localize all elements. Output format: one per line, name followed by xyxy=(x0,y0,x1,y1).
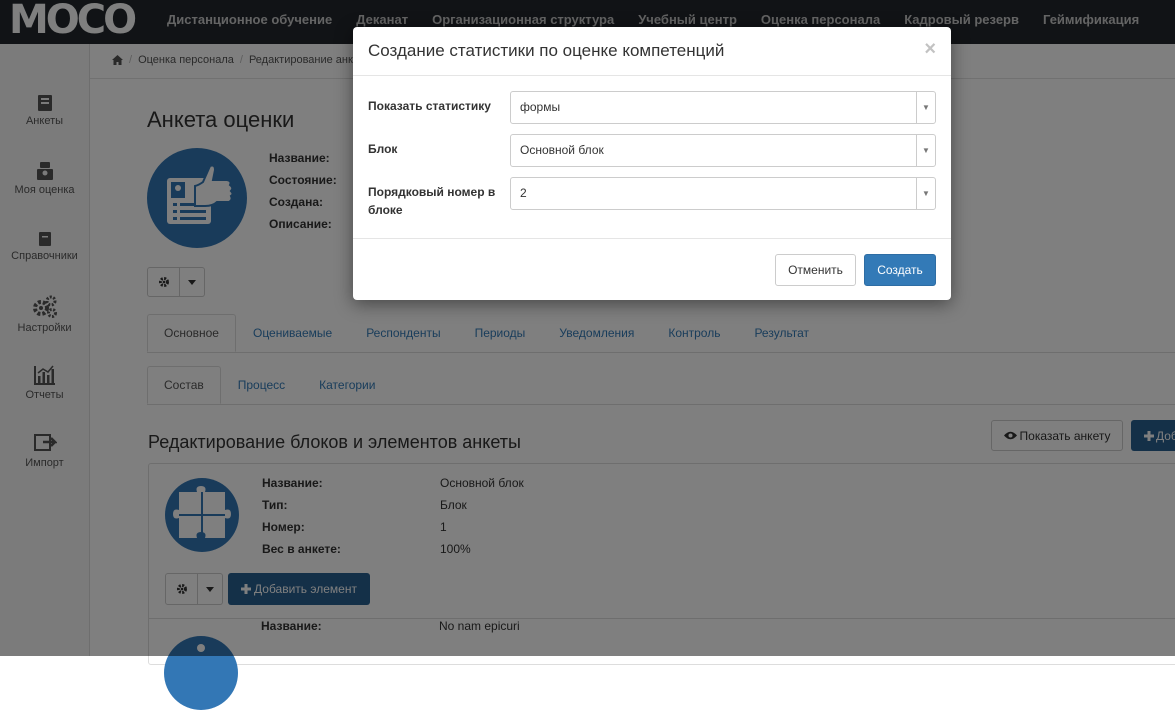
order-number-value: 2 xyxy=(520,186,527,200)
show-statistics-value: формы xyxy=(520,100,561,114)
block-label: Блок xyxy=(368,142,398,156)
chevron-down-icon: ▼ xyxy=(916,92,935,123)
order-number-select[interactable]: 2 ▼ xyxy=(510,177,936,210)
chevron-down-icon: ▼ xyxy=(916,135,935,166)
modal-title: Создание статистики по оценке компетенци… xyxy=(368,41,725,60)
show-statistics-select[interactable]: формы ▼ xyxy=(510,91,936,124)
order-number-label: Порядковый номер в блоке xyxy=(368,185,496,217)
create-statistics-modal: Создание статистики по оценке компетенци… xyxy=(353,27,951,300)
modal-header: Создание статистики по оценке компетенци… xyxy=(353,27,951,76)
block-select[interactable]: Основной блок ▼ xyxy=(510,134,936,167)
create-button[interactable]: Создать xyxy=(864,254,936,286)
cancel-button[interactable]: Отменить xyxy=(775,254,856,286)
close-icon[interactable]: × xyxy=(924,39,936,59)
block-select-value: Основной блок xyxy=(520,143,604,157)
show-statistics-label: Показать статистику xyxy=(368,99,491,113)
modal-footer: Отменить Создать xyxy=(353,238,951,301)
chevron-down-icon: ▼ xyxy=(916,178,935,209)
